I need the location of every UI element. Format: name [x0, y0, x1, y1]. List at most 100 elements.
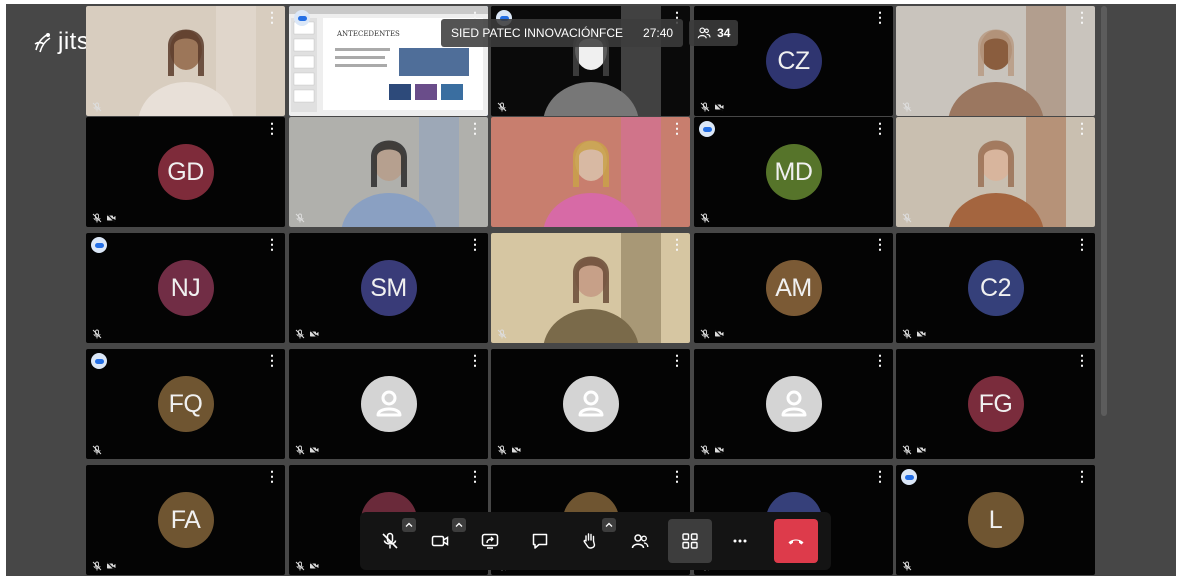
participant-tile[interactable]: GD ⋮ — [86, 117, 285, 227]
tile-menu-icon[interactable]: ⋮ — [873, 10, 887, 24]
tile-view-button[interactable] — [668, 519, 712, 563]
participant-tile[interactable]: ⋮ — [289, 349, 488, 459]
tile-menu-icon[interactable]: ⋮ — [670, 121, 684, 135]
tile-menu-icon[interactable]: ⋮ — [873, 353, 887, 367]
tile-menu-icon[interactable]: ⋮ — [468, 121, 482, 135]
participant-counter[interactable]: 34 — [689, 20, 739, 46]
camera-off-icon — [714, 445, 724, 455]
mic-muted-icon — [700, 445, 710, 455]
tile-menu-icon[interactable]: ⋮ — [873, 121, 887, 135]
tile-menu-icon[interactable]: ⋮ — [670, 237, 684, 251]
moderator-icon — [699, 121, 715, 137]
camera-off-icon — [714, 329, 724, 339]
participant-tile[interactable]: NJ ⋮ — [86, 233, 285, 343]
tile-menu-icon[interactable]: ⋮ — [468, 469, 482, 483]
mic-muted-icon — [497, 329, 507, 339]
camera-options-caret[interactable] — [452, 518, 466, 532]
default-avatar-icon — [781, 390, 806, 417]
mic-muted-icon — [92, 561, 102, 571]
meeting-subject: SIED PATEC INNOVACIÓNFCE — [451, 26, 624, 40]
mic-muted-icon — [92, 213, 102, 223]
participant-tile[interactable]: ⋮ — [694, 349, 893, 459]
more-icon — [733, 539, 747, 543]
participants-button[interactable] — [618, 519, 662, 563]
mic-muted-icon — [497, 102, 507, 112]
camera-off-icon — [714, 102, 724, 112]
camera-off-icon — [916, 445, 926, 455]
participant-tile[interactable]: SM ⋮ — [289, 233, 488, 343]
tile-menu-icon[interactable]: ⋮ — [265, 237, 279, 251]
tile-menu-icon[interactable]: ⋮ — [265, 10, 279, 24]
tile-status-indicators — [92, 561, 116, 571]
participant-avatar: MD — [765, 144, 822, 200]
participants-icon — [697, 27, 711, 39]
tile-status-indicators — [902, 445, 926, 455]
participant-tile[interactable]: AM ⋮ — [694, 233, 893, 343]
tile-status-indicators — [295, 329, 319, 339]
participant-tile[interactable]: ⋮ — [896, 6, 1095, 116]
tile-menu-icon[interactable]: ⋮ — [1075, 237, 1089, 251]
grid-scrollbar[interactable] — [1101, 6, 1107, 416]
reactions-caret[interactable] — [602, 518, 616, 532]
jitsi-logo-icon — [34, 33, 51, 53]
hangup-button[interactable] — [774, 519, 818, 563]
participant-tile[interactable]: ⋮ — [289, 117, 488, 227]
tile-status-indicators — [295, 561, 319, 571]
default-avatar-icon — [578, 390, 603, 417]
main-toolbar — [360, 512, 831, 570]
participant-tile[interactable]: FA ⋮ — [86, 465, 285, 575]
participant-tile[interactable]: ⋮ — [491, 233, 690, 343]
tile-status-indicators — [92, 213, 116, 223]
camera-feed — [896, 117, 1095, 227]
camera-off-icon — [511, 445, 521, 455]
camera-off-icon — [916, 329, 926, 339]
participant-tile[interactable]: L ⋮ — [896, 465, 1095, 575]
raise-hand-button[interactable] — [568, 518, 616, 563]
mic-muted-icon — [497, 445, 507, 455]
camera-button[interactable] — [418, 518, 466, 563]
tile-menu-icon[interactable]: ⋮ — [468, 237, 482, 251]
tile-menu-icon[interactable]: ⋮ — [1075, 469, 1089, 483]
participant-tile[interactable]: ⋮ — [86, 6, 285, 116]
participant-avatar: FQ — [157, 376, 214, 432]
tile-status-indicators — [92, 445, 102, 455]
participant-avatar: AM — [765, 260, 822, 316]
tile-menu-icon[interactable]: ⋮ — [670, 353, 684, 367]
more-button[interactable] — [718, 519, 762, 563]
tile-menu-icon[interactable]: ⋮ — [265, 469, 279, 483]
participant-avatar: GD — [157, 144, 214, 200]
camera-off-icon — [309, 329, 319, 339]
moderator-icon — [91, 353, 107, 369]
tile-status-indicators — [902, 329, 926, 339]
participant-tile[interactable]: FG ⋮ — [896, 349, 1095, 459]
tile-menu-icon[interactable]: ⋮ — [265, 353, 279, 367]
participant-tile[interactable]: ⋮ — [491, 349, 690, 459]
participant-tile[interactable]: ⋮ — [896, 117, 1095, 227]
tile-status-indicators — [902, 102, 912, 112]
participant-tile[interactable]: C2 ⋮ — [896, 233, 1095, 343]
chevron-up-icon — [455, 522, 463, 527]
hand-icon — [583, 533, 596, 549]
tile-menu-icon[interactable]: ⋮ — [873, 469, 887, 483]
mic-muted-icon — [295, 561, 305, 571]
tile-status-indicators — [700, 102, 724, 112]
microphone-button[interactable] — [368, 518, 416, 563]
tile-menu-icon[interactable]: ⋮ — [265, 121, 279, 135]
microphone-options-caret[interactable] — [402, 518, 416, 532]
tile-menu-icon[interactable]: ⋮ — [468, 353, 482, 367]
tile-menu-icon[interactable]: ⋮ — [670, 469, 684, 483]
chevron-up-icon — [605, 522, 613, 527]
moderator-icon-glyph — [702, 126, 712, 132]
chat-button[interactable] — [518, 519, 562, 563]
camera-off-icon — [309, 561, 319, 571]
participant-tile[interactable]: FQ ⋮ — [86, 349, 285, 459]
tile-menu-icon[interactable]: ⋮ — [873, 237, 887, 251]
mic-muted-icon — [295, 445, 305, 455]
screenshare-button[interactable] — [468, 519, 512, 563]
tile-menu-icon[interactable]: ⋮ — [1075, 353, 1089, 367]
tile-menu-icon[interactable]: ⋮ — [1075, 10, 1089, 24]
participant-tile[interactable]: ⋮ — [491, 117, 690, 227]
moderator-icon-glyph — [904, 474, 914, 480]
participant-tile[interactable]: MD ⋮ — [694, 117, 893, 227]
tile-menu-icon[interactable]: ⋮ — [1075, 121, 1089, 135]
